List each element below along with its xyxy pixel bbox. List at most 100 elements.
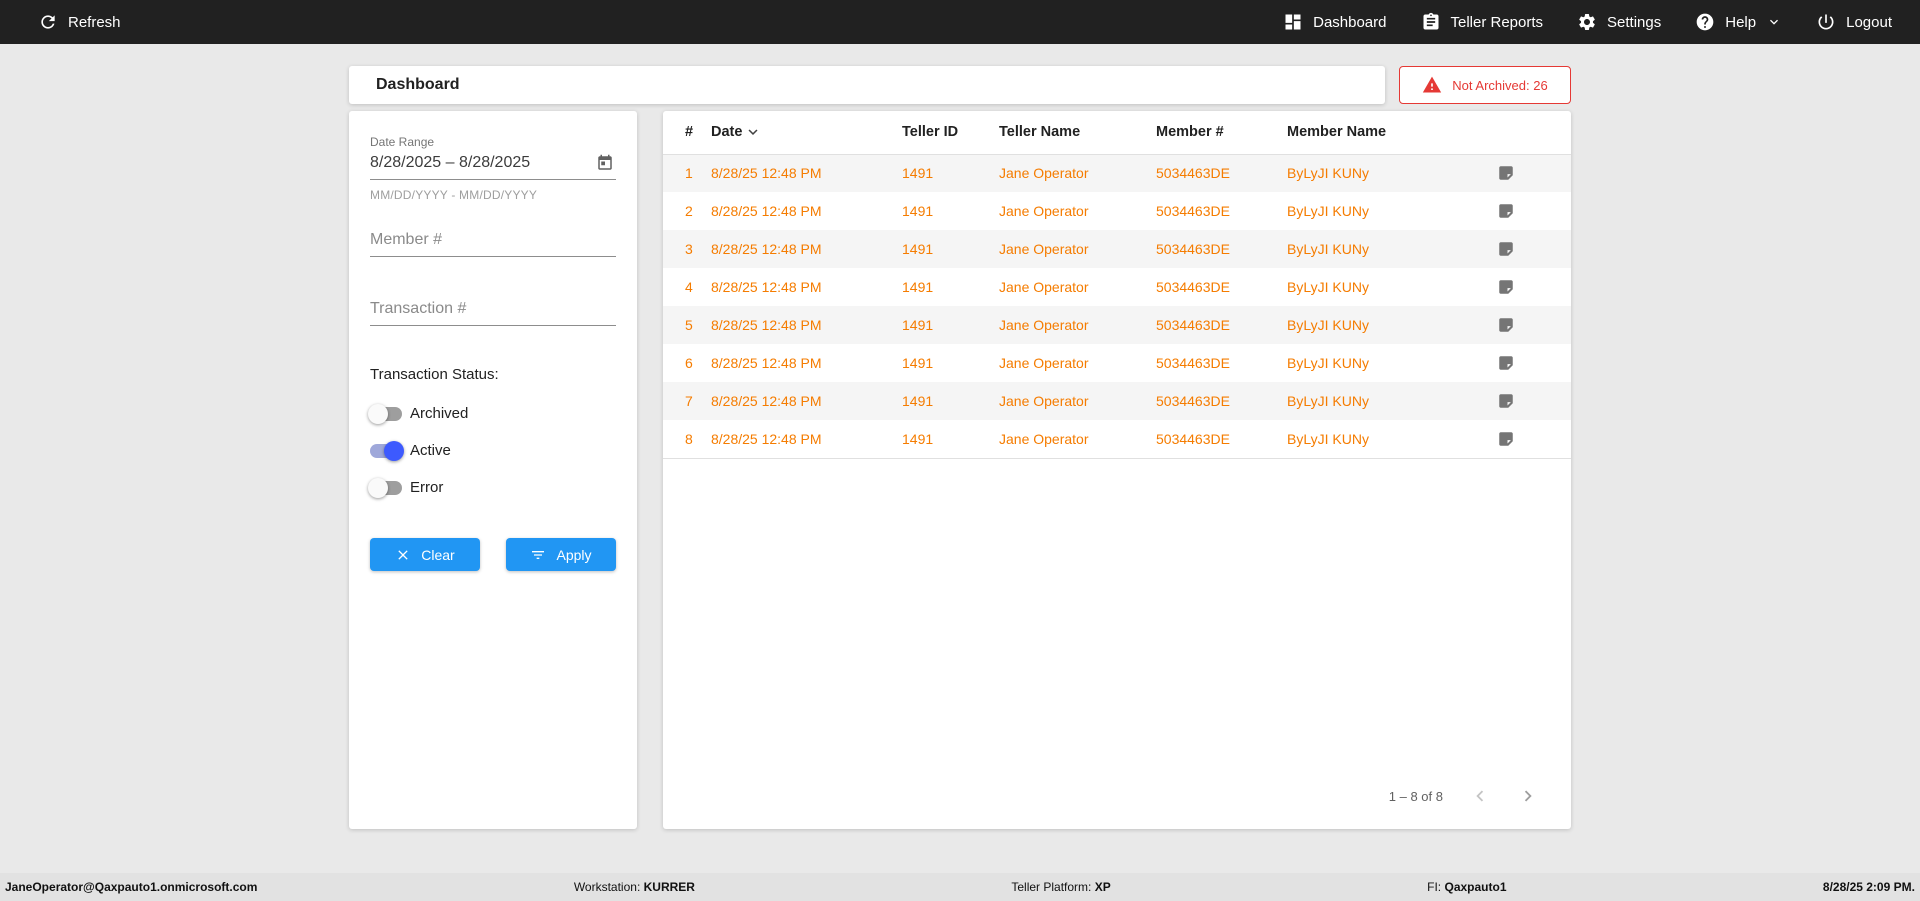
note-icon[interactable] [1497,202,1571,220]
nav-settings-label: Settings [1607,13,1662,31]
note-icon[interactable] [1497,240,1571,258]
table-row[interactable]: 2 8/28/25 12:48 PM 1491 Jane Operator 503446… [663,192,1571,230]
row-number: 6 [685,355,693,371]
row-member-name: ByLyJI KUNy [1287,317,1369,333]
note-icon[interactable] [1497,430,1571,448]
toggle-active[interactable]: Active [370,440,616,461]
nav-dashboard[interactable]: Dashboard [1283,12,1387,32]
calendar-icon[interactable] [596,154,614,172]
row-teller-id: 1491 [902,241,934,257]
nav-logout-label: Logout [1846,13,1892,31]
row-number: 2 [685,203,693,219]
row-date: 8/28/25 12:48 PM [711,317,822,333]
transaction-input[interactable] [370,297,616,326]
table-row[interactable]: 4 8/28/25 12:48 PM 1491 Jane Operator 503446… [663,268,1571,306]
toggle-switch-active[interactable] [370,440,404,461]
results-table-card: # Date Teller ID Teller Name Member # Me… [663,111,1571,829]
row-date: 8/28/25 12:48 PM [711,355,822,371]
gear-icon [1577,12,1597,32]
col-header-date[interactable]: Date [711,111,902,155]
row-member-name: ByLyJI KUNy [1287,203,1369,219]
col-header-actions [1497,111,1571,155]
transaction-status-label: Transaction Status: [370,366,499,383]
toggle-archived[interactable]: Archived [368,403,616,424]
apply-label: Apply [556,546,592,563]
row-date: 8/28/25 12:48 PM [711,420,902,459]
row-teller-name: Jane Operator [999,279,1089,295]
col-header-member-num: Member # [1156,111,1287,155]
toggle-label-archived: Archived [410,405,469,422]
row-member-name: ByLyJI KUNy [1287,165,1369,182]
row-teller-name: Jane Operator [999,355,1089,371]
refresh-label: Refresh [68,13,121,31]
table-body: 1 8/28/25 12:48 PM 1491 Jane Operator 503446… [663,154,1571,459]
page-title: Dashboard [376,76,460,93]
note-icon[interactable] [1497,316,1571,334]
footer-fi: FI: Qaxpauto1 [1427,880,1507,894]
date-range-input[interactable] [370,151,616,180]
date-range-field: Date Range [370,135,616,180]
nav-settings[interactable]: Settings [1577,12,1661,32]
row-number: 1 [685,165,693,182]
note-icon[interactable] [1497,278,1571,296]
toggle-error[interactable]: Error [368,477,616,498]
row-teller-name: Jane Operator [999,165,1089,182]
topbar-nav: Dashboard Teller Reports Settings Help L… [1283,12,1892,32]
toggle-label-error: Error [410,479,444,496]
toggle-switch-archived[interactable] [368,403,402,424]
reports-icon [1421,12,1441,32]
nav-teller-reports-label: Teller Reports [1450,13,1544,31]
status-bar: JaneOperator@Qaxpauto1.onmicrosoft.com W… [0,873,1920,901]
row-member-name: ByLyJI KUNy [1287,355,1369,371]
row-member-num: 5034463DE [1156,317,1230,333]
refresh-icon [38,12,58,32]
row-member-name: ByLyJI KUNy [1287,393,1369,409]
col-header-teller-name: Teller Name [999,111,1156,155]
footer-datetime: 8/28/25 2:09 PM. [1822,880,1915,894]
nav-dashboard-label: Dashboard [1313,13,1387,31]
pagination-info: 1 – 8 of 8 [1388,788,1443,804]
row-date: 8/28/25 12:48 PM [711,279,822,295]
table-row[interactable]: 5 8/28/25 12:48 PM 1491 Jane Operator 503446… [663,306,1571,344]
nav-help-label: Help [1725,13,1757,31]
note-icon[interactable] [1497,354,1571,372]
clear-button[interactable]: Clear [370,538,480,571]
note-icon[interactable] [1497,164,1571,182]
header-row: Dashboard Not Archived: 26 [349,66,1571,104]
nav-logout[interactable]: Logout [1816,12,1892,32]
member-input[interactable] [370,228,616,257]
prev-page-button[interactable] [1469,785,1491,807]
row-member-num: 5034463DE [1156,241,1230,257]
warning-icon [1422,75,1442,95]
footer-workstation: Workstation: KURRER [573,880,695,894]
chevron-down-icon [1766,14,1782,30]
power-icon [1816,12,1836,32]
table-row[interactable]: 8 8/28/25 12:48 PM 1491 Jane Operator 503446… [663,420,1571,459]
row-member-num: 5034463DE [1156,165,1230,182]
row-number: 3 [685,241,693,257]
table-row[interactable]: 3 8/28/25 12:48 PM 1491 Jane Operator 503446… [663,230,1571,268]
date-range-label: Date Range [370,135,435,149]
table-row[interactable]: 7 8/28/25 12:48 PM 1491 Jane Operator 503446… [663,382,1571,420]
row-date: 8/28/25 12:48 PM [711,393,822,409]
table-row[interactable]: 6 8/28/25 12:48 PM 1491 Jane Operator 503446… [663,344,1571,382]
row-member-num: 5034463DE [1156,420,1287,459]
note-icon[interactable] [1497,392,1571,410]
refresh-button[interactable]: Refresh [38,12,121,32]
title-card: Dashboard [349,66,1385,104]
row-teller-name: Jane Operator [999,317,1089,333]
filter-panel: Date Range MM/DD/YYYY - MM/DD/YYYY Trans… [349,111,637,829]
nav-help[interactable]: Help [1695,12,1782,32]
nav-teller-reports[interactable]: Teller Reports [1421,12,1544,32]
table-row[interactable]: 1 8/28/25 12:48 PM 1491 Jane Operator 503446… [663,154,1571,192]
footer-platform: Teller Platform: XP [1011,880,1111,894]
row-teller-id: 1491 [902,317,934,333]
not-archived-badge[interactable]: Not Archived: 26 [1399,66,1571,104]
help-icon [1695,12,1715,32]
pagination: 1 – 8 of 8 [663,785,1571,829]
toggle-switch-error[interactable] [368,477,402,498]
next-page-button[interactable] [1517,785,1539,807]
row-teller-id: 1491 [902,279,934,295]
apply-button[interactable]: Apply [506,538,616,571]
topbar: Refresh Dashboard Teller Reports Setting… [0,0,1920,44]
